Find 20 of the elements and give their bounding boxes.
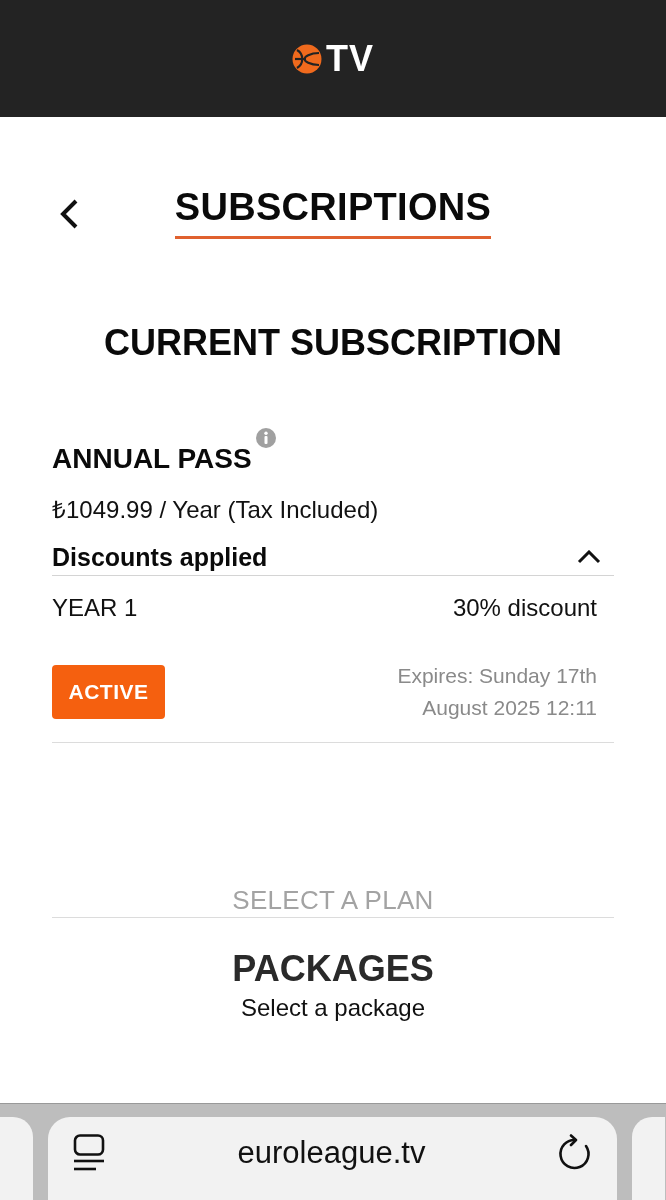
page-title: SUBSCRIPTIONS bbox=[174, 185, 492, 239]
status-badge: ACTIVE bbox=[52, 665, 165, 719]
logo-text: TV bbox=[326, 38, 374, 79]
expiry-text: Expires: Sunday 17th August 2025 12:11 bbox=[396, 663, 597, 721]
info-icon[interactable] bbox=[255, 428, 276, 448]
section-heading: CURRENT SUBSCRIPTION bbox=[103, 322, 563, 364]
packages-subheading: Select a package bbox=[239, 994, 427, 1022]
discounts-toggle[interactable]: Discounts applied bbox=[52, 542, 614, 576]
address-bar[interactable]: euroleague.tv bbox=[48, 1117, 617, 1200]
divider-label: SELECT A PLAN bbox=[232, 885, 434, 915]
page-menu-icon[interactable] bbox=[73, 1133, 105, 1172]
url-text: euroleague.tv bbox=[237, 1134, 426, 1171]
discount-period: YEAR 1 bbox=[52, 594, 138, 622]
plan-name: ANNUAL PASS bbox=[52, 442, 252, 476]
chevron-left-icon bbox=[58, 198, 80, 230]
reload-icon[interactable] bbox=[558, 1134, 593, 1171]
packages-heading: PACKAGES bbox=[231, 949, 435, 989]
price-text: ₺1049.99 / Year (Tax Included) bbox=[52, 496, 380, 524]
basketball-logo-icon bbox=[292, 43, 322, 74]
discount-value: 30% discount bbox=[452, 594, 597, 622]
